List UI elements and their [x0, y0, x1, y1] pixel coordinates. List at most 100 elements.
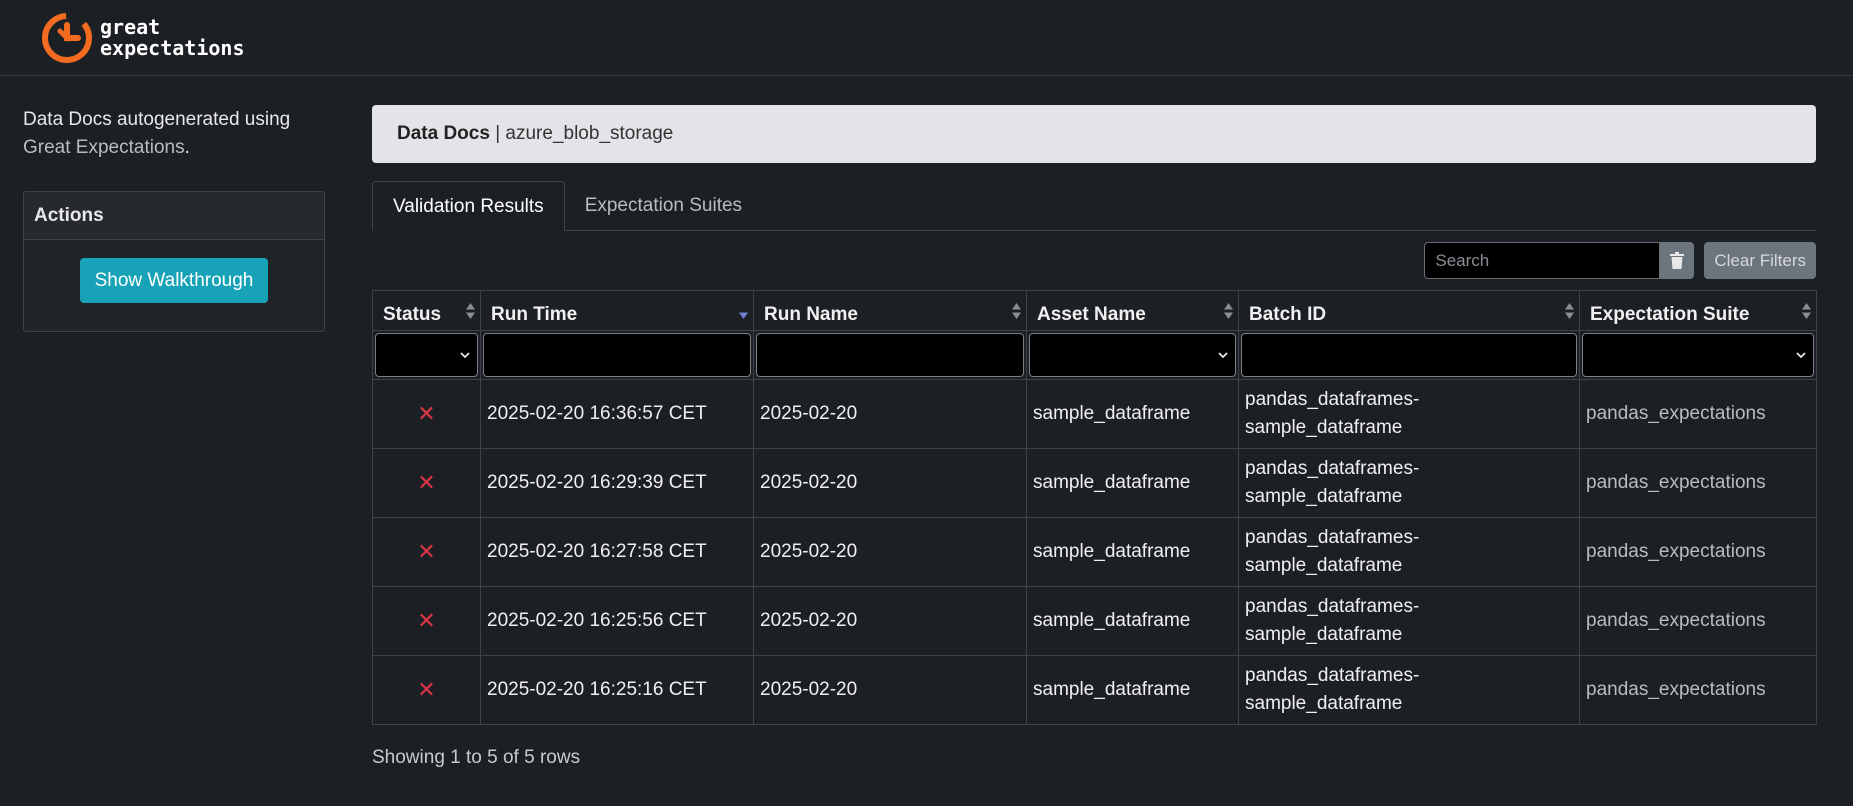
status-failed-icon: ✕	[372, 448, 481, 518]
batch-id-line1: pandas_dataframes-	[1245, 389, 1420, 410]
breadcrumb-separator: |	[495, 123, 501, 144]
brand-line2: expectations	[100, 35, 245, 60]
asset-name-cell: sample_dataframe	[1026, 448, 1239, 518]
column-label: Batch ID	[1249, 303, 1327, 325]
main-content: Data Docs | azure_blob_storage Validatio…	[372, 105, 1817, 769]
batch-id-line1: pandas_dataframes-	[1245, 665, 1420, 686]
trash-icon	[1670, 252, 1685, 269]
batch-id-cell: pandas_dataframes-sample_dataframe	[1238, 655, 1580, 725]
search-group	[1424, 242, 1695, 279]
breadcrumb-title: Data Docs	[397, 123, 490, 144]
brand-wordmark: great expectations	[100, 14, 245, 60]
column-header-run-name[interactable]: Run Name	[753, 290, 1027, 331]
tab-validation-results[interactable]: Validation Results	[372, 181, 565, 231]
run-time-cell: 2025-02-20 16:27:58 CET	[480, 517, 754, 587]
column-header-expectation-suite[interactable]: Expectation Suite	[1579, 290, 1817, 331]
batch-id-line2: sample_dataframe	[1245, 693, 1403, 714]
asset-name-cell: sample_dataframe	[1026, 379, 1239, 449]
expectation-suite-cell: pandas_expectations	[1579, 448, 1817, 518]
table-row[interactable]: ✕ 2025-02-20 16:36:57 CET 2025-02-20 sam…	[372, 379, 1817, 449]
run-name-filter-input[interactable]	[756, 333, 1024, 377]
sidebar: Data Docs autogenerated using Great Expe…	[23, 106, 325, 332]
brand-line1: great	[100, 14, 161, 39]
batch-id-line1: pandas_dataframes-	[1245, 527, 1420, 548]
tab-bar: Validation Results Expectation Suites	[372, 181, 1816, 231]
table-row[interactable]: ✕ 2025-02-20 16:25:16 CET 2025-02-20 sam…	[372, 655, 1817, 725]
sort-both-icon	[1565, 303, 1574, 319]
table-toolbar: Clear Filters	[372, 242, 1816, 279]
great-expectations-link[interactable]: Great Expectations	[23, 137, 185, 158]
expectation-suite-cell: pandas_expectations	[1579, 586, 1817, 656]
column-label: Run Name	[764, 303, 858, 325]
sort-both-icon	[1802, 303, 1811, 319]
great-expectations-logo-icon	[42, 12, 92, 63]
column-label: Expectation Suite	[1590, 303, 1750, 325]
table-row[interactable]: ✕ 2025-02-20 16:27:58 CET 2025-02-20 sam…	[372, 517, 1817, 587]
validation-results-table: Status Run Time Run Name Asset Name Batc…	[372, 290, 1817, 725]
status-filter-select[interactable]	[375, 333, 478, 377]
actions-title: Actions	[24, 192, 324, 240]
table-row[interactable]: ✕ 2025-02-20 16:25:56 CET 2025-02-20 sam…	[372, 586, 1817, 656]
run-name-cell: 2025-02-20	[753, 448, 1027, 518]
asset-name-cell: sample_dataframe	[1026, 586, 1239, 656]
chevron-down-icon	[1218, 352, 1228, 359]
column-label: Status	[383, 303, 442, 325]
batch-id-line1: pandas_dataframes-	[1245, 458, 1420, 479]
top-navbar: great expectations	[0, 0, 1853, 76]
batch-id-line2: sample_dataframe	[1245, 417, 1403, 438]
batch-id-cell: pandas_dataframes-sample_dataframe	[1238, 448, 1580, 518]
status-failed-icon: ✕	[372, 655, 481, 725]
chevron-down-icon	[460, 352, 470, 359]
column-header-batch-id[interactable]: Batch ID	[1238, 290, 1580, 331]
pagination-info: Showing 1 to 5 of 5 rows	[372, 747, 581, 768]
asset-name-cell: sample_dataframe	[1026, 517, 1239, 587]
batch-id-line2: sample_dataframe	[1245, 624, 1403, 645]
batch-id-cell: pandas_dataframes-sample_dataframe	[1238, 586, 1580, 656]
run-name-cell: 2025-02-20	[753, 517, 1027, 587]
column-header-run-time[interactable]: Run Time	[480, 290, 754, 331]
run-name-cell: 2025-02-20	[753, 379, 1027, 449]
sidebar-intro: Data Docs autogenerated using Great Expe…	[23, 106, 325, 162]
column-header-status[interactable]: Status	[372, 290, 481, 331]
expectation-suite-cell: pandas_expectations	[1579, 517, 1817, 587]
status-failed-icon: ✕	[372, 379, 481, 449]
status-failed-icon: ✕	[372, 517, 481, 587]
run-time-cell: 2025-02-20 16:36:57 CET	[480, 379, 754, 449]
table-row[interactable]: ✕ 2025-02-20 16:29:39 CET 2025-02-20 sam…	[372, 448, 1817, 518]
expectation-suite-cell: pandas_expectations	[1579, 379, 1817, 449]
asset-name-filter-select[interactable]	[1029, 333, 1236, 377]
intro-text: Data Docs autogenerated using	[23, 109, 291, 130]
breadcrumb: Data Docs | azure_blob_storage	[372, 105, 1816, 163]
run-time-cell: 2025-02-20 16:25:16 CET	[480, 655, 754, 725]
sort-both-icon	[1012, 303, 1021, 319]
batch-id-line2: sample_dataframe	[1245, 555, 1403, 576]
sort-desc-icon	[739, 312, 748, 319]
batch-id-cell: pandas_dataframes-sample_dataframe	[1238, 517, 1580, 587]
expectation-suite-filter-select[interactable]	[1582, 333, 1814, 377]
batch-id-filter-input[interactable]	[1241, 333, 1577, 377]
breadcrumb-site: azure_blob_storage	[505, 123, 674, 144]
asset-name-cell: sample_dataframe	[1026, 655, 1239, 725]
run-time-cell: 2025-02-20 16:29:39 CET	[480, 448, 754, 518]
show-walkthrough-button[interactable]: Show Walkthrough	[79, 258, 269, 303]
run-name-cell: 2025-02-20	[753, 586, 1027, 656]
search-input[interactable]	[1424, 242, 1661, 279]
clear-filters-button[interactable]: Clear Filters	[1704, 242, 1816, 279]
run-time-filter-input[interactable]	[483, 333, 751, 377]
sort-both-icon	[1224, 303, 1233, 319]
clear-search-button[interactable]	[1660, 242, 1695, 279]
column-label: Run Time	[491, 303, 578, 325]
column-header-asset-name[interactable]: Asset Name	[1026, 290, 1239, 331]
status-failed-icon: ✕	[372, 586, 481, 656]
run-name-cell: 2025-02-20	[753, 655, 1027, 725]
actions-card: Actions Show Walkthrough	[23, 191, 325, 332]
filter-row	[372, 330, 1817, 380]
batch-id-cell: pandas_dataframes-sample_dataframe	[1238, 379, 1580, 449]
column-label: Asset Name	[1037, 303, 1146, 325]
sort-both-icon	[466, 303, 475, 319]
intro-suffix: .	[184, 137, 190, 158]
expectation-suite-cell: pandas_expectations	[1579, 655, 1817, 725]
brand-logo[interactable]: great expectations	[40, 11, 245, 65]
run-time-cell: 2025-02-20 16:25:56 CET	[480, 586, 754, 656]
tab-expectation-suites[interactable]: Expectation Suites	[565, 181, 762, 231]
